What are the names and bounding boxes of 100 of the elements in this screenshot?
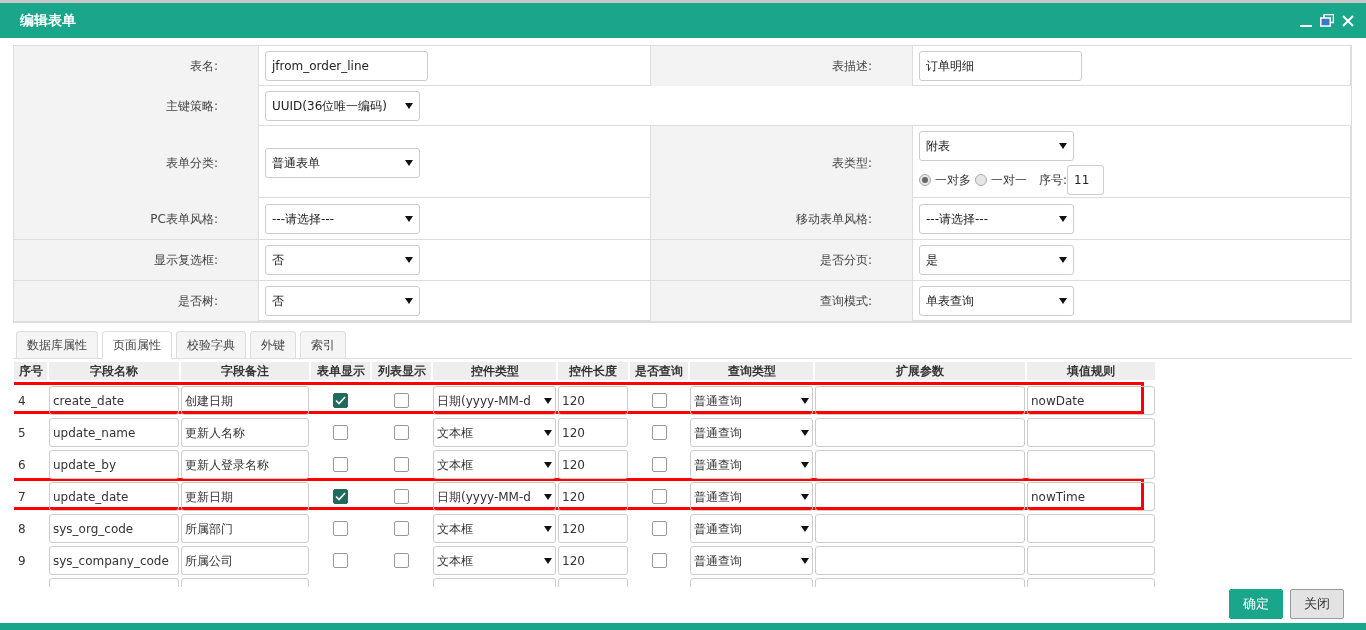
field-label: 移动表单风格: bbox=[795, 210, 872, 228]
checkbox[interactable] bbox=[651, 521, 667, 536]
length-field[interactable]: 120 bbox=[558, 418, 628, 447]
control-select[interactable]: 文本框 bbox=[433, 450, 556, 479]
checkbox[interactable] bbox=[333, 425, 348, 440]
caret-icon bbox=[544, 461, 552, 468]
query-type-select[interactable]: 普通查询 bbox=[690, 482, 813, 511]
param-field[interactable] bbox=[815, 514, 1025, 543]
param-field[interactable] bbox=[815, 482, 1025, 511]
tab[interactable]: 校验字典 bbox=[176, 331, 246, 358]
caret-icon bbox=[1059, 215, 1067, 222]
select-field[interactable]: ---请选择--- bbox=[919, 203, 1074, 234]
remark-field[interactable]: 创建日期 bbox=[181, 386, 309, 415]
length-field[interactable]: 120 bbox=[558, 482, 628, 511]
query-type-select[interactable]: 普通查询 bbox=[690, 546, 813, 575]
param-field[interactable] bbox=[815, 546, 1025, 575]
field-label: PC表单风格: bbox=[150, 210, 218, 228]
column-header: 扩展参数 bbox=[815, 362, 1025, 380]
caret-icon bbox=[544, 557, 552, 564]
name-field[interactable]: create_date bbox=[49, 386, 179, 415]
text-field[interactable]: 订单明细 bbox=[919, 51, 1082, 81]
control-select[interactable]: 文本框 bbox=[433, 514, 556, 543]
length-field[interactable]: 120 bbox=[558, 386, 628, 415]
checkbox[interactable] bbox=[333, 489, 348, 504]
caret-icon bbox=[405, 257, 413, 263]
row-number: 6 bbox=[17, 456, 27, 474]
name-field[interactable]: update_by bbox=[49, 450, 179, 479]
select-field[interactable]: 否 bbox=[265, 286, 420, 316]
remark-field[interactable]: 更新日期 bbox=[181, 482, 309, 511]
select-field[interactable]: UUID(36位唯一编码) bbox=[265, 91, 420, 121]
query-type-select[interactable]: 普通查询 bbox=[690, 418, 813, 447]
checkbox[interactable] bbox=[651, 553, 667, 568]
control-select[interactable]: 文本框 bbox=[433, 546, 556, 575]
select-field[interactable]: ---请选择--- bbox=[265, 203, 420, 234]
action-button[interactable]: 关闭 bbox=[1290, 589, 1344, 619]
query-type-select[interactable]: 普通查询 bbox=[690, 386, 813, 415]
checkbox[interactable] bbox=[651, 425, 667, 440]
caret-icon bbox=[801, 461, 809, 468]
control-select[interactable]: 日期(yyyy-MM-d bbox=[433, 386, 556, 415]
row-number: 9 bbox=[17, 552, 27, 570]
rule-field[interactable] bbox=[1027, 514, 1155, 543]
column-header: 是否查询 bbox=[630, 362, 688, 380]
query-type-select[interactable]: 普通查询 bbox=[690, 514, 813, 543]
rule-field[interactable] bbox=[1027, 418, 1155, 447]
field-label: 是否分页: bbox=[819, 252, 872, 269]
rule-field[interactable]: nowDate bbox=[1027, 386, 1155, 415]
checkbox[interactable] bbox=[333, 521, 348, 536]
rule-field[interactable] bbox=[1027, 450, 1155, 479]
checkbox[interactable] bbox=[394, 393, 409, 408]
rule-field[interactable]: nowTime bbox=[1027, 482, 1155, 511]
name-field[interactable]: sys_company_code bbox=[49, 546, 179, 575]
select-field[interactable]: 普通表单 bbox=[265, 148, 420, 178]
checkbox[interactable] bbox=[333, 553, 348, 568]
remark-field[interactable]: 所属公司 bbox=[181, 546, 309, 575]
select-field[interactable]: 是 bbox=[919, 245, 1074, 275]
field-label: 表描述: bbox=[831, 58, 872, 75]
length-field[interactable]: 120 bbox=[558, 514, 628, 543]
text-field[interactable]: jfrom_order_line bbox=[265, 51, 428, 81]
tab[interactable]: 外键 bbox=[250, 331, 296, 358]
checkbox[interactable] bbox=[333, 393, 348, 408]
caret-icon bbox=[544, 397, 552, 404]
name-field[interactable]: sys_org_code bbox=[49, 514, 179, 543]
rule-field[interactable] bbox=[1027, 546, 1155, 575]
checkbox[interactable] bbox=[333, 457, 348, 472]
caret-icon bbox=[405, 298, 413, 304]
name-field[interactable]: update_date bbox=[49, 482, 179, 511]
remark-field[interactable]: 更新人登录名称 bbox=[181, 450, 309, 479]
control-select[interactable]: 文本框 bbox=[433, 418, 556, 447]
tab[interactable]: 页面属性 bbox=[102, 331, 172, 359]
checkbox[interactable] bbox=[651, 489, 667, 504]
checkbox[interactable] bbox=[651, 393, 667, 408]
tab[interactable]: 数据库属性 bbox=[16, 331, 98, 358]
param-field[interactable] bbox=[815, 386, 1025, 415]
restore-icon[interactable] bbox=[1320, 14, 1334, 27]
checkbox[interactable] bbox=[394, 425, 409, 440]
checkbox[interactable] bbox=[651, 457, 667, 472]
caret-icon bbox=[544, 429, 552, 436]
caret-icon bbox=[1059, 257, 1067, 263]
radio-button[interactable] bbox=[975, 174, 987, 186]
length-field[interactable]: 120 bbox=[558, 546, 628, 575]
order-field[interactable]: 11 bbox=[1067, 165, 1105, 195]
checkbox[interactable] bbox=[394, 457, 409, 472]
checkbox[interactable] bbox=[394, 553, 409, 568]
checkbox[interactable] bbox=[394, 521, 409, 536]
checkbox[interactable] bbox=[394, 489, 409, 504]
field-label: 表类型: bbox=[831, 155, 872, 172]
param-field[interactable] bbox=[815, 418, 1025, 447]
control-select[interactable]: 日期(yyyy-MM-d bbox=[433, 482, 556, 511]
close-icon[interactable] bbox=[1342, 14, 1354, 27]
radio-button[interactable] bbox=[919, 174, 931, 186]
select-field[interactable]: 单表查询 bbox=[919, 286, 1074, 316]
remark-field[interactable]: 更新人名称 bbox=[181, 418, 309, 447]
length-field[interactable]: 120 bbox=[558, 450, 628, 479]
query-type-select[interactable]: 普通查询 bbox=[690, 450, 813, 479]
select-field[interactable]: 附表 bbox=[919, 131, 1074, 161]
select-field[interactable]: 否 bbox=[265, 245, 420, 275]
tab[interactable]: 索引 bbox=[300, 331, 346, 358]
name-field[interactable]: update_name bbox=[49, 418, 179, 447]
remark-field[interactable]: 所属部门 bbox=[181, 514, 309, 543]
param-field[interactable] bbox=[815, 450, 1025, 479]
